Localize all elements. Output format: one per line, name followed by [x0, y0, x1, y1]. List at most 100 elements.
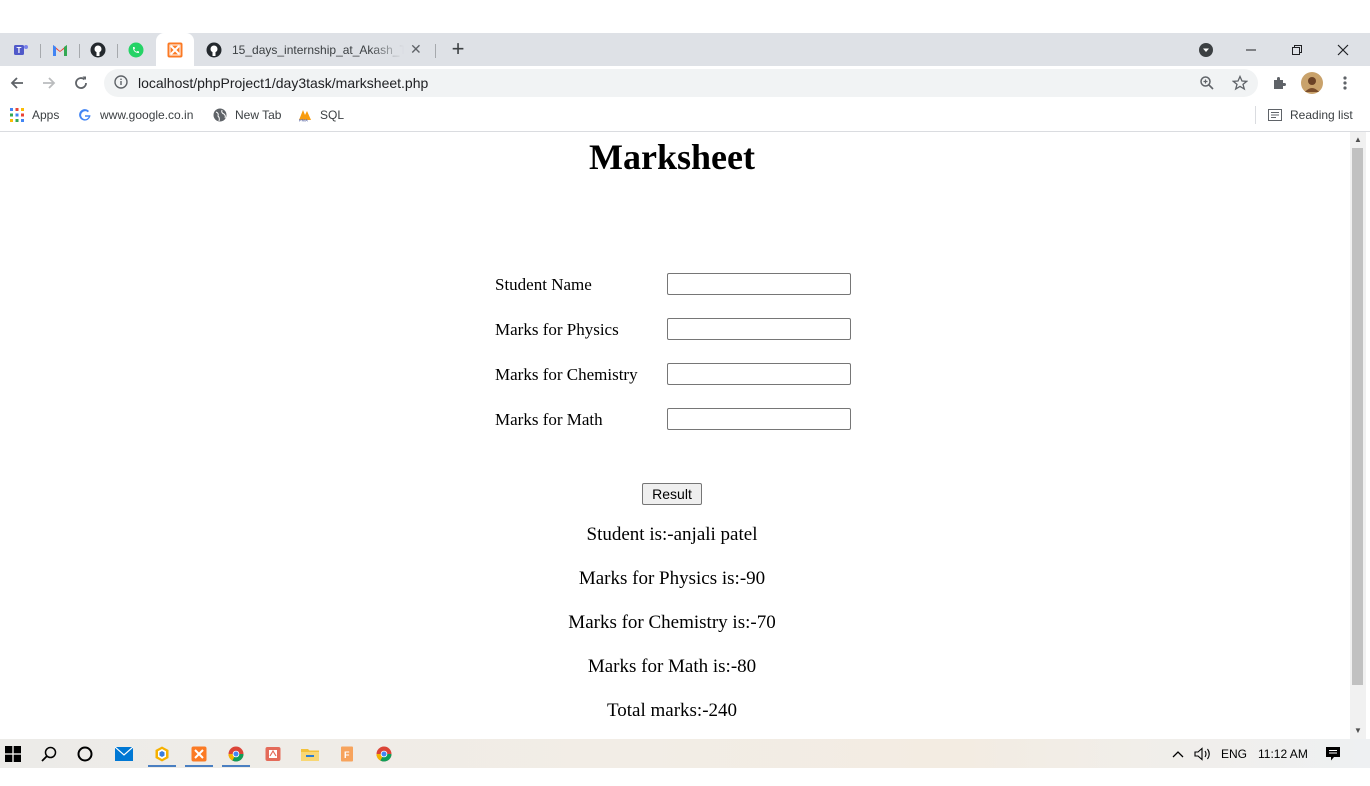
result-total: Total marks:-240 [606, 700, 738, 721]
scroll-up-icon[interactable]: ▲ [1354, 135, 1362, 144]
bookmark-label: Reading list [1290, 108, 1353, 122]
running-indicator [185, 765, 213, 767]
cortana-circle-icon [77, 746, 93, 762]
file-explorer-app[interactable] [299, 743, 321, 765]
chrome-app[interactable] [225, 743, 247, 765]
teams-tab[interactable]: T [6, 38, 36, 62]
speaker-icon [1194, 747, 1210, 761]
svg-text:PMA: PMA [299, 118, 308, 123]
github-pinned-tab[interactable] [83, 38, 113, 62]
globe-icon [212, 107, 228, 123]
chemistry-marks-input[interactable] [667, 363, 851, 385]
whatsapp-tab[interactable] [121, 38, 151, 62]
forward-arrow-icon [43, 77, 56, 89]
chevron-down-circle-icon [1199, 42, 1213, 57]
cortana-button[interactable] [74, 743, 96, 765]
show-hidden-icons-button[interactable] [1167, 743, 1189, 765]
chrome-menu-button[interactable] [1333, 71, 1357, 95]
bookmark-label: New Tab [235, 108, 282, 122]
bookmark-sql[interactable]: PMA SQL [297, 106, 344, 124]
phpmyadmin-icon: PMA [297, 107, 313, 123]
result-chemistry: Marks for Chemistry is:-70 [568, 612, 776, 633]
student-name-input[interactable] [667, 273, 851, 295]
bookmark-label: SQL [320, 108, 345, 122]
restore-icon [1292, 44, 1302, 55]
result-student: Student is:-anjali patel [586, 524, 758, 545]
page-title: Marksheet [589, 137, 755, 177]
close-tab-icon[interactable]: ✕ [410, 41, 422, 58]
windows-taskbar: F ENG 11:12 AM [0, 739, 1370, 768]
result-physics: Marks for Physics is:-90 [578, 568, 766, 589]
new-tab-button[interactable]: + [446, 36, 470, 61]
avatar-icon [1301, 72, 1323, 94]
bookmarks-divider [1255, 106, 1256, 124]
running-indicator [222, 765, 250, 767]
bookmark-apps[interactable]: Apps [9, 106, 59, 124]
back-button[interactable] [5, 71, 29, 95]
profile-avatar[interactable] [1300, 71, 1324, 95]
minimize-button[interactable] [1228, 33, 1274, 66]
vertical-scrollbar[interactable]: ▲ ▼ [1350, 132, 1366, 739]
input-language[interactable]: ENG [1221, 747, 1247, 761]
gmail-tab[interactable] [45, 38, 75, 62]
github-icon [90, 42, 106, 58]
system-clock[interactable]: 11:12 AM [1258, 747, 1308, 761]
taskbar-app-2[interactable] [151, 743, 173, 765]
reload-button[interactable] [69, 71, 93, 95]
search-button[interactable] [38, 743, 60, 765]
tab-xampp[interactable] [156, 33, 194, 66]
windows-logo-icon [5, 746, 21, 762]
tab-github-internship[interactable]: 15_days_internship_at_Akash_Technolabs ✕ [196, 33, 436, 66]
scroll-down-icon[interactable]: ▼ [1354, 726, 1362, 735]
puzzle-icon [1274, 77, 1286, 89]
reading-list-icon [1267, 107, 1283, 123]
address-bar[interactable]: localhost/phpProject1/day3task/marksheet… [104, 69, 1258, 97]
restore-button[interactable] [1274, 33, 1320, 66]
zoom-icon[interactable] [1199, 75, 1215, 91]
screen-top-margin [0, 0, 1370, 33]
result-button[interactable]: Result [642, 483, 702, 505]
math-marks-input[interactable] [667, 408, 851, 430]
bookmark-star-icon[interactable] [1232, 75, 1248, 91]
whatsapp-icon [128, 42, 144, 58]
notification-icon [1326, 747, 1340, 761]
svg-text:T: T [17, 46, 22, 55]
tab-title: 15_days_internship_at_Akash_Technolabs [232, 42, 404, 57]
svg-text:F: F [344, 750, 350, 760]
apps-grid-icon [9, 107, 25, 123]
physics-marks-input[interactable] [667, 318, 851, 340]
minimize-icon [1246, 49, 1256, 50]
teams-icon: T [14, 45, 28, 55]
info-icon[interactable] [114, 75, 128, 89]
chrome-app-2[interactable] [373, 743, 395, 765]
browser-toolbar: localhost/phpProject1/day3task/marksheet… [0, 66, 1370, 100]
reload-icon [75, 76, 87, 89]
scroll-thumb[interactable] [1352, 148, 1363, 685]
mail-app[interactable] [113, 743, 135, 765]
plus-icon: + [451, 36, 465, 61]
hexagon-app-icon [155, 746, 169, 762]
bookmarks-bar: Apps www.google.co.in New Tab PMA SQL Re… [0, 100, 1370, 132]
bookmark-new-tab[interactable]: New Tab [212, 106, 281, 124]
tab-search-button[interactable] [1183, 33, 1229, 66]
chrome-icon [228, 746, 244, 762]
bookmark-label: www.google.co.in [100, 108, 194, 122]
extensions-button[interactable] [1267, 71, 1291, 95]
action-center-button[interactable] [1322, 743, 1344, 765]
close-icon [1337, 44, 1349, 55]
chemistry-marks-label: Marks for Chemistry [495, 365, 638, 384]
bookmark-google[interactable]: www.google.co.in [77, 106, 193, 124]
back-arrow-icon [10, 77, 23, 89]
forward-button[interactable] [37, 71, 61, 95]
taskbar-app-5[interactable] [262, 743, 284, 765]
page-viewport: Marksheet Student Name Marks for Physics… [0, 132, 1350, 739]
running-indicator [148, 765, 176, 767]
volume-button[interactable] [1192, 743, 1214, 765]
close-window-button[interactable] [1320, 33, 1366, 66]
student-name-label: Student Name [495, 275, 592, 294]
start-button[interactable] [2, 743, 24, 765]
taskbar-app-7[interactable]: F [336, 743, 358, 765]
reading-list-button[interactable]: Reading list [1267, 106, 1353, 124]
more-vert-icon [1343, 76, 1347, 90]
xampp-app[interactable] [188, 743, 210, 765]
